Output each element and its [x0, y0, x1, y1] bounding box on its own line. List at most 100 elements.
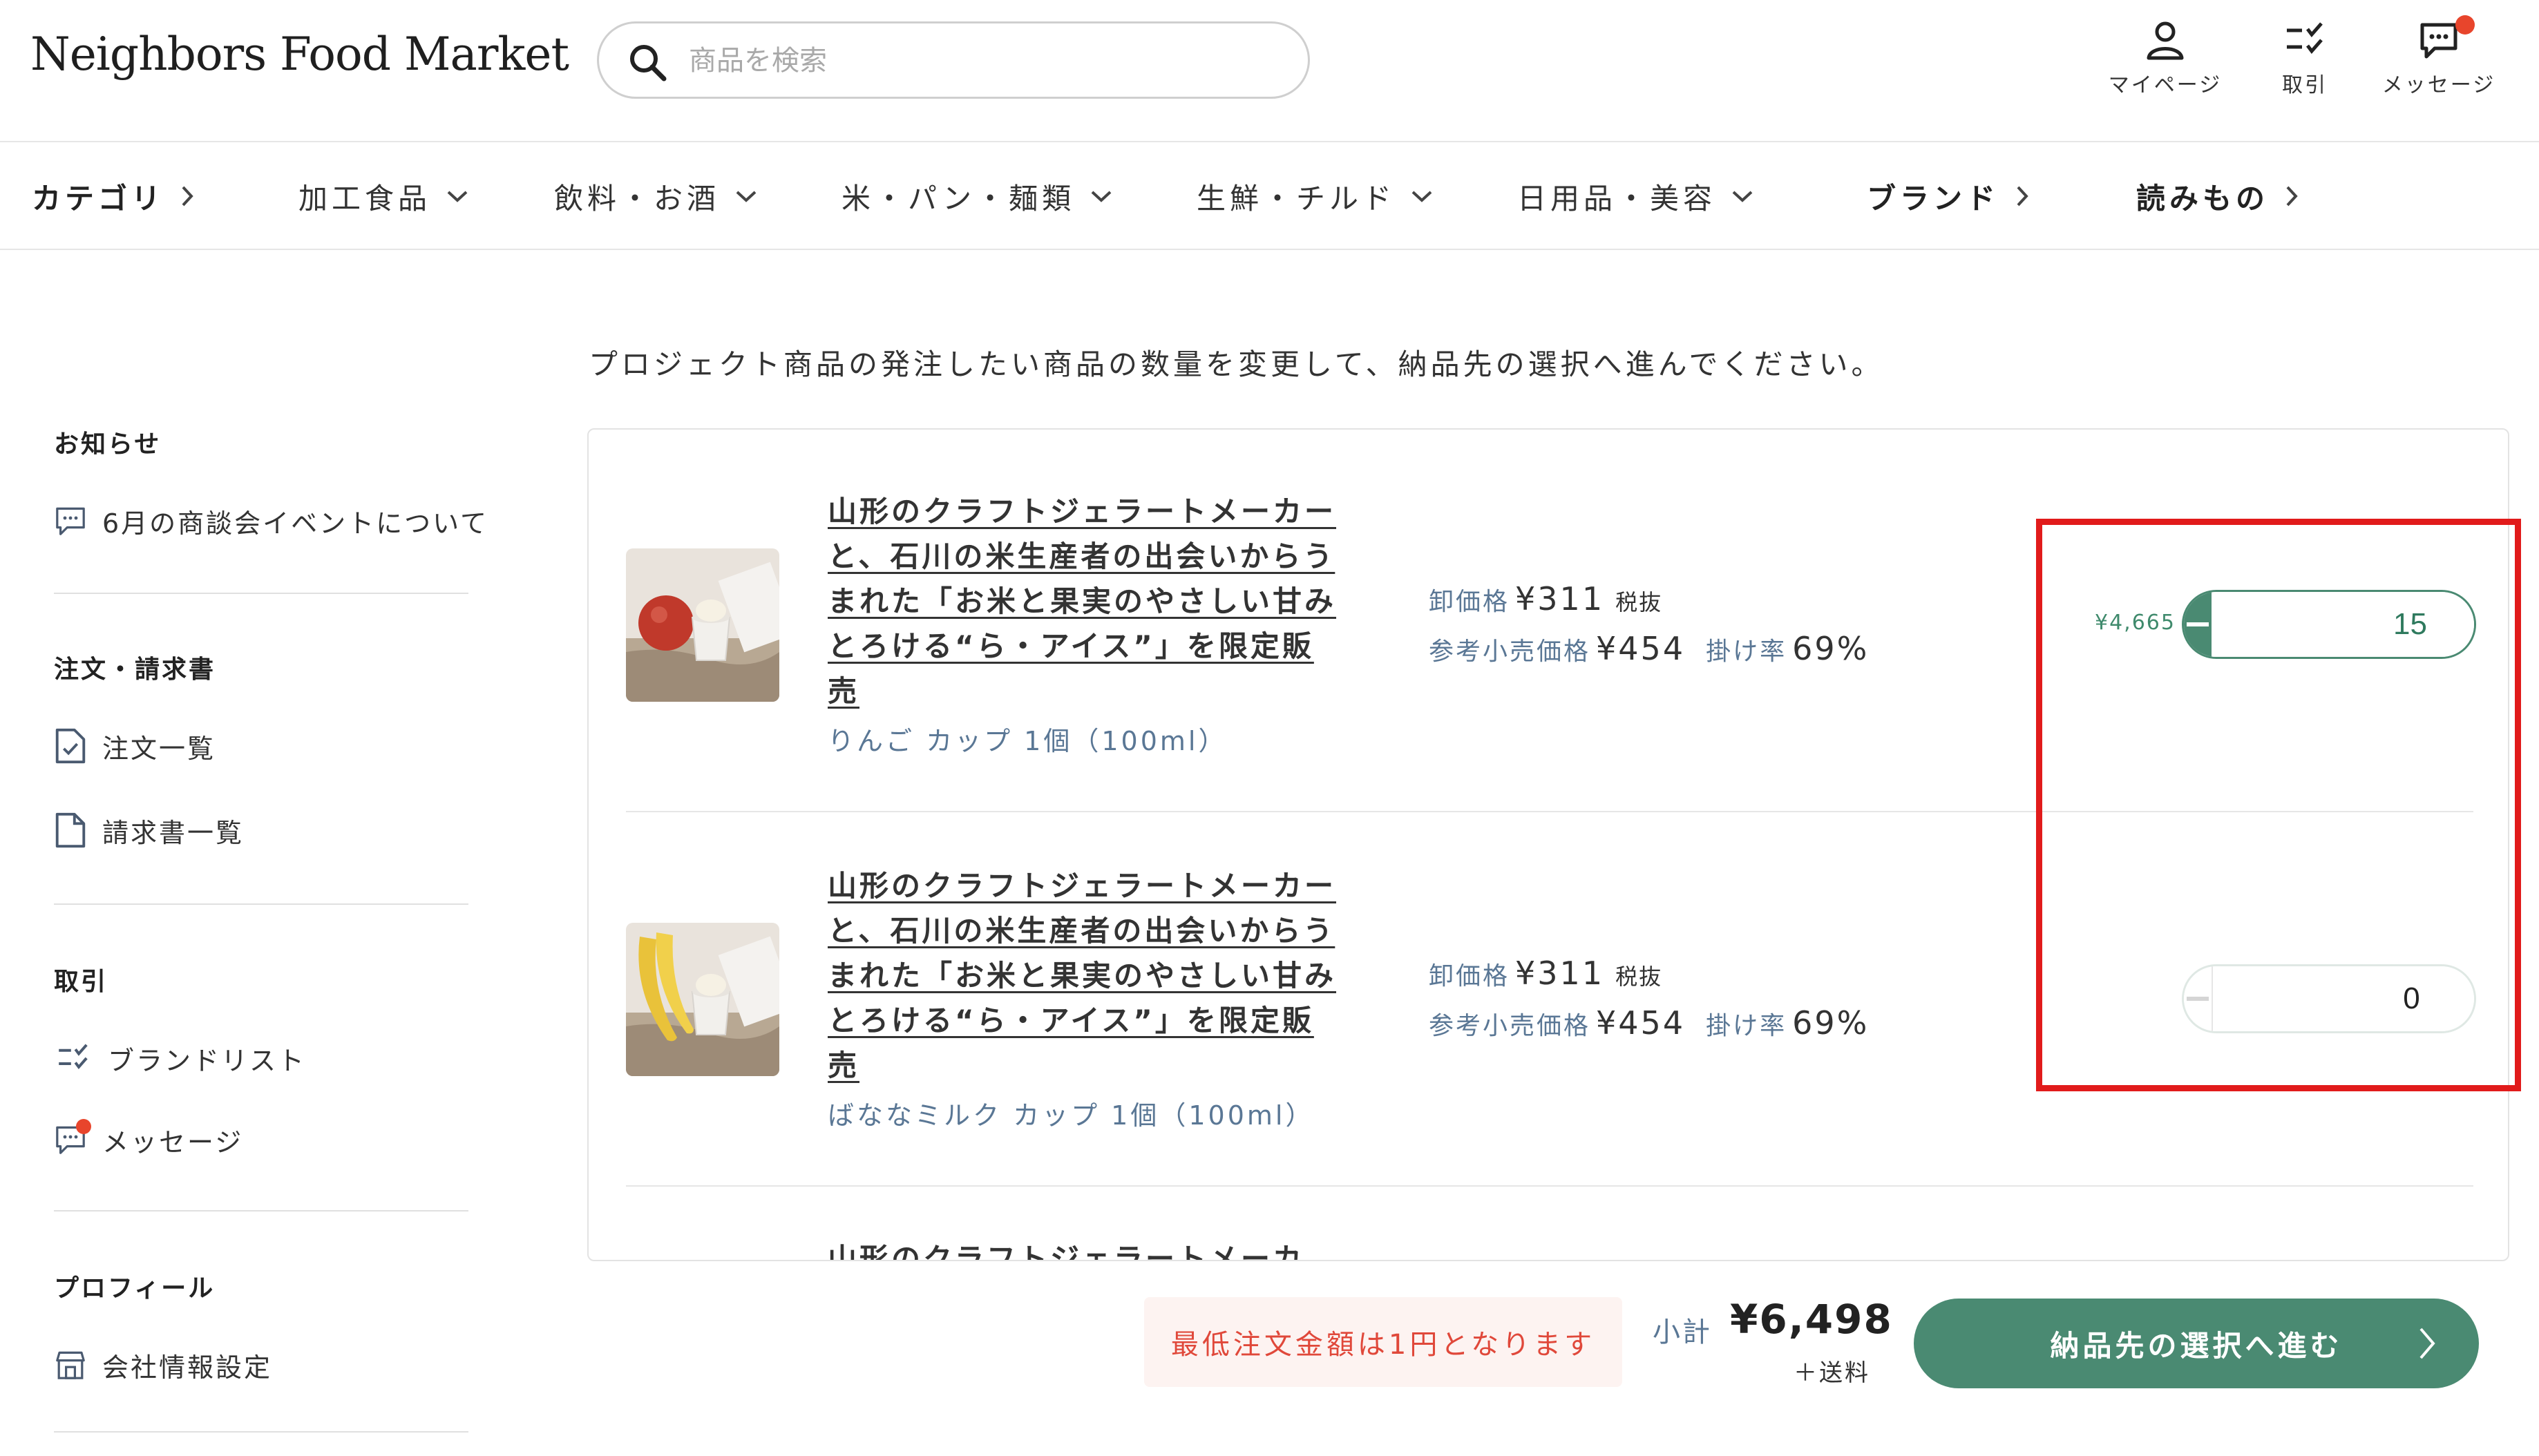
trade-button[interactable]: 取引 [2236, 19, 2374, 102]
message-label: メッセージ [2381, 73, 2496, 97]
sidebar-heading-news: お知らせ [54, 430, 162, 459]
divider [54, 1210, 468, 1211]
nav-processed-food[interactable]: 加工食品 [298, 175, 468, 217]
message-icon [56, 507, 85, 535]
checklist-icon [2287, 22, 2323, 54]
nav-label: 読みもの [2136, 181, 2270, 215]
checklist-icon [59, 1044, 88, 1069]
nav-label: 飲料・お酒 [554, 181, 721, 215]
tax-note: 税抜 [1615, 964, 1663, 990]
message-button[interactable]: メッセージ [2370, 15, 2508, 102]
tax-note: 税抜 [1615, 589, 1663, 615]
nav-label: カテゴリ [32, 181, 165, 215]
chevron-down-icon [1091, 191, 1112, 202]
product-variant: りんご カップ 1個（100ml） [828, 726, 1228, 756]
product-title-link[interactable]: 山形のクラフトジェラートメーカーと、石川の米生産者の出会いからうまれた「お米と果… [828, 489, 1339, 713]
proceed-to-delivery-button[interactable]: 納品先の選択へ進む [1914, 1299, 2479, 1388]
nav-brand[interactable]: ブランド [1867, 175, 2030, 217]
rate-label: 掛け率 [1706, 1012, 1787, 1040]
wholesale-price: 卸価格 ¥311 税抜 [1429, 580, 1662, 617]
unread-badge [2455, 15, 2475, 35]
wholesale-label: 卸価格 [1429, 962, 1510, 990]
message-icon-wrap [54, 1119, 91, 1156]
nav-label: 加工食品 [298, 181, 432, 215]
document-check-icon [55, 728, 86, 764]
wholesale-label: 卸価格 [1429, 588, 1510, 616]
nav-rice-bread-noodles[interactable]: 米・パン・麺類 [841, 175, 1112, 217]
sidebar-item-label: 請求書一覧 [102, 817, 245, 848]
sidebar-heading-trade: 取引 [54, 968, 108, 996]
unread-badge [76, 1119, 91, 1134]
subtotal-label: 小計 [1653, 1316, 1712, 1348]
chevron-right-icon [2017, 186, 2028, 207]
sidebar-item-label: ブランドリスト [108, 1045, 307, 1076]
cta-label: 納品先の選択へ進む [2050, 1329, 2343, 1362]
rate-value: 69% [1792, 630, 1870, 667]
sidebar-item-messages[interactable]: メッセージ [54, 1119, 244, 1159]
chevron-right-icon [2286, 186, 2298, 207]
store-icon [56, 1351, 85, 1379]
search-icon [630, 45, 667, 82]
sidebar-item-label: 会社情報設定 [102, 1352, 273, 1383]
header: Neighbors Food Market マイページ 取引 メッセージ [0, 0, 2539, 142]
nav-label: 生鮮・チルド [1197, 181, 1396, 215]
sidebar-heading-orders: 注文・請求書 [54, 655, 216, 684]
retail-value: ¥454 [1596, 1004, 1686, 1042]
nav-drinks[interactable]: 飲料・お酒 [554, 175, 757, 217]
nav-category[interactable]: カテゴリ [32, 175, 195, 217]
site-logo[interactable]: Neighbors Food Market [30, 28, 569, 81]
category-nav: カテゴリ 加工食品 飲料・お酒 米・パン・麺類 生鮮・チルド 日用品・美容 ブラ… [0, 142, 2539, 250]
apple-icecream-image [626, 548, 779, 702]
sidebar-item-company-settings[interactable]: 会社情報設定 [54, 1345, 272, 1384]
minimum-order-notice: 最低注文金額は1円となります [1144, 1297, 1622, 1387]
nav-label: ブランド [1867, 181, 2000, 215]
nav-label: 米・パン・麺類 [841, 181, 1076, 215]
sidebar-item-brand-list[interactable]: ブランドリスト [54, 1039, 306, 1077]
sidebar-item-label: メッセージ [102, 1127, 244, 1158]
search-input[interactable] [689, 39, 1283, 83]
trade-label: 取引 [2282, 73, 2328, 97]
sidebar-item-orders[interactable]: 注文一覧 [54, 727, 216, 765]
chevron-right-icon [182, 186, 193, 207]
sidebar-item-invoices[interactable]: 請求書一覧 [54, 811, 244, 850]
product-variant: ばななミルク カップ 1個（100ml） [828, 1100, 1315, 1131]
divider [54, 593, 468, 594]
nav-reading[interactable]: 読みもの [2136, 175, 2299, 217]
retail-value: ¥454 [1596, 630, 1686, 667]
retail-label: 参考小売価格 [1429, 1012, 1591, 1040]
divider [54, 903, 468, 905]
divider [54, 1431, 468, 1433]
chevron-down-icon [1411, 191, 1432, 202]
chevron-down-icon [1732, 191, 1753, 202]
shipping-note: ＋送料 [1794, 1359, 1870, 1387]
sidebar-item-event[interactable]: 6月の商談会イベントについて [54, 501, 488, 540]
retail-price: 参考小売価格 ¥454 掛け率 69% [1429, 630, 1869, 667]
chevron-down-icon [736, 191, 757, 202]
chevron-down-icon [447, 191, 468, 202]
search-bar[interactable] [597, 21, 1310, 99]
message-icon [2420, 23, 2457, 59]
product-image[interactable] [626, 548, 779, 702]
mypage-label: マイページ [2108, 73, 2223, 97]
person-icon [2147, 21, 2184, 60]
subtotal-value: ¥6,498 [1730, 1296, 1893, 1343]
nav-label: 日用品・美容 [1517, 181, 1717, 215]
nav-fresh-chilled[interactable]: 生鮮・チルド [1197, 175, 1433, 217]
instruction-text: プロジェクト商品の発注したい商品の数量を変更して、納品先の選択へ進んでください。 [589, 347, 1884, 381]
wholesale-price: 卸価格 ¥311 税抜 [1429, 955, 1662, 992]
product-title-link[interactable]: 山形のクラフトジェラートメーカ [828, 1236, 1380, 1260]
product-title-link[interactable]: 山形のクラフトジェラートメーカーと、石川の米生産者の出会いからうまれた「お米と果… [828, 863, 1339, 1088]
sidebar-heading-profile: プロフィール [54, 1274, 216, 1303]
rate-value: 69% [1792, 1004, 1870, 1042]
document-icon [55, 812, 86, 848]
banana-icecream-image [626, 923, 779, 1076]
divider [626, 1185, 2473, 1187]
sidebar-item-label: 注文一覧 [102, 733, 216, 764]
wholesale-value: ¥311 [1515, 955, 1605, 992]
product-image[interactable] [626, 923, 779, 1076]
nav-daily-beauty[interactable]: 日用品・美容 [1517, 175, 1753, 217]
chevron-right-icon [2419, 1328, 2435, 1359]
sidebar-item-label: 6月の商談会イベントについて [102, 508, 489, 539]
mypage-button[interactable]: マイページ [2096, 19, 2234, 102]
rate-label: 掛け率 [1706, 638, 1787, 666]
